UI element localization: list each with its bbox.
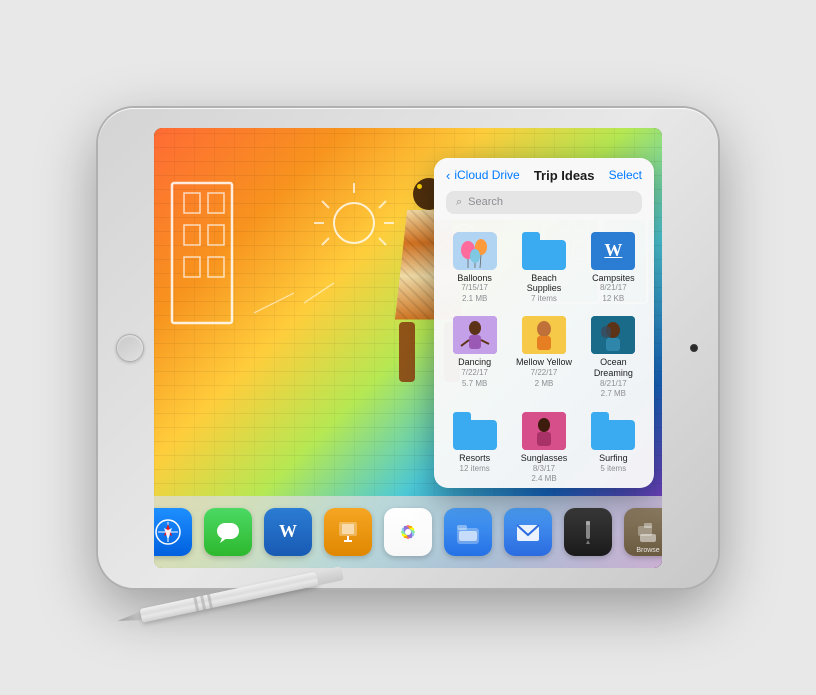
dock-item-messages[interactable] <box>204 508 252 556</box>
messages-icon[interactable] <box>204 508 252 556</box>
sunglasses-meta: 8/3/172.4 MB <box>531 464 556 485</box>
search-icon: ⌕ <box>456 196 462 209</box>
dock: W <box>154 496 662 568</box>
file-item-beach[interactable]: Beach Supplies 7 items <box>511 228 576 309</box>
pencil-cap <box>316 566 344 585</box>
resorts-name: Resorts <box>459 453 490 464</box>
resorts-folder-tab <box>453 412 471 420</box>
ipad-device: W <box>98 108 718 588</box>
balloons-name: Balloons <box>457 273 492 284</box>
file-item-campsites[interactable]: W Campsites 8/21/1712 KB <box>581 228 646 309</box>
photos-icon[interactable] <box>384 508 432 556</box>
select-button[interactable]: Select <box>609 168 642 182</box>
screen: W <box>154 128 662 568</box>
balloons-thumbnail <box>453 232 497 270</box>
safari-icon[interactable] <box>154 508 192 556</box>
mellow-thumbnail <box>522 316 566 354</box>
dock-item-files[interactable] <box>444 508 492 556</box>
resorts-meta: 12 items <box>460 464 490 474</box>
mellow-name: Mellow Yellow <box>516 357 572 368</box>
dock-item-safari[interactable] <box>154 508 192 556</box>
surfing-name: Surfing <box>599 453 628 464</box>
dock-item-word[interactable]: W <box>264 508 312 556</box>
mellow-meta: 7/22/172 MB <box>531 368 558 389</box>
mail-icon[interactable] <box>504 508 552 556</box>
file-item-surfing[interactable]: Surfing 5 items <box>581 408 646 488</box>
dancing-meta: 7/22/175.7 MB <box>461 368 488 389</box>
ocean-name: Ocean Dreaming <box>583 357 644 379</box>
pencil-app-icon[interactable] <box>564 508 612 556</box>
keynote-icon[interactable] <box>324 508 372 556</box>
beach-name: Beach Supplies <box>513 273 574 295</box>
file-item-sunglasses[interactable]: Sunglasses 8/3/172.4 MB <box>511 408 576 488</box>
files-header: ‹ iCloud Drive Trip Ideas Select ⌕ Searc… <box>434 158 654 220</box>
dock-item-mail[interactable] <box>504 508 552 556</box>
campsites-meta: 8/21/1712 KB <box>600 283 627 304</box>
files-panel: ‹ iCloud Drive Trip Ideas Select ⌕ Searc… <box>434 158 654 488</box>
surfing-folder-tab <box>591 412 609 420</box>
sunglasses-thumbnail <box>522 412 566 450</box>
sunglasses-name: Sunglasses <box>521 453 568 464</box>
word-icon[interactable]: W <box>264 508 312 556</box>
file-item-dancing[interactable]: Dancing 7/22/175.7 MB <box>442 312 507 403</box>
folder-title: Trip Ideas <box>534 168 595 183</box>
dancing-name: Dancing <box>458 357 491 368</box>
beach-folder-tab <box>522 232 540 240</box>
back-chevron-icon: ‹ <box>446 168 450 183</box>
dock-item-photos[interactable] <box>384 508 432 556</box>
home-button[interactable] <box>116 334 144 362</box>
files-nav: ‹ iCloud Drive Trip Ideas Select <box>446 168 642 183</box>
surfing-folder-body <box>591 420 635 450</box>
file-item-mellow[interactable]: Mellow Yellow 7/22/172 MB <box>511 312 576 403</box>
dancing-thumbnail <box>453 316 497 354</box>
dock-item-keynote[interactable] <box>324 508 372 556</box>
balloons-meta: 7/15/172.1 MB <box>461 283 488 304</box>
file-item-ocean[interactable]: Ocean Dreaming 8/21/172.7 MB <box>581 312 646 403</box>
search-bar[interactable]: ⌕ Search <box>446 191 642 214</box>
scene: W <box>0 0 816 695</box>
back-nav-label[interactable]: iCloud Drive <box>454 168 519 182</box>
dock-item-browse[interactable]: Browse <box>624 508 662 556</box>
ocean-meta: 8/21/172.7 MB <box>600 379 627 400</box>
beach-folder-body <box>522 240 566 270</box>
file-item-resorts[interactable]: Resorts 12 items <box>442 408 507 488</box>
browse-label: Browse <box>636 547 659 554</box>
resorts-folder-body <box>453 420 497 450</box>
campsites-name: Campsites <box>592 273 635 284</box>
screen-bezel: W <box>154 128 662 568</box>
search-placeholder: Search <box>468 196 503 208</box>
campsites-icon: W <box>591 232 635 270</box>
dock-item-pencil-app[interactable] <box>564 508 612 556</box>
file-item-balloons[interactable]: Balloons 7/15/172.1 MB <box>442 228 507 309</box>
files-grid: Balloons 7/15/172.1 MB Beach Supplies 7 … <box>434 220 654 488</box>
ocean-thumbnail <box>591 316 635 354</box>
beach-meta: 7 items <box>531 294 557 304</box>
files-icon[interactable] <box>444 508 492 556</box>
surfing-meta: 5 items <box>600 464 626 474</box>
files-nav-left: ‹ iCloud Drive <box>446 168 520 183</box>
front-camera <box>690 344 698 352</box>
